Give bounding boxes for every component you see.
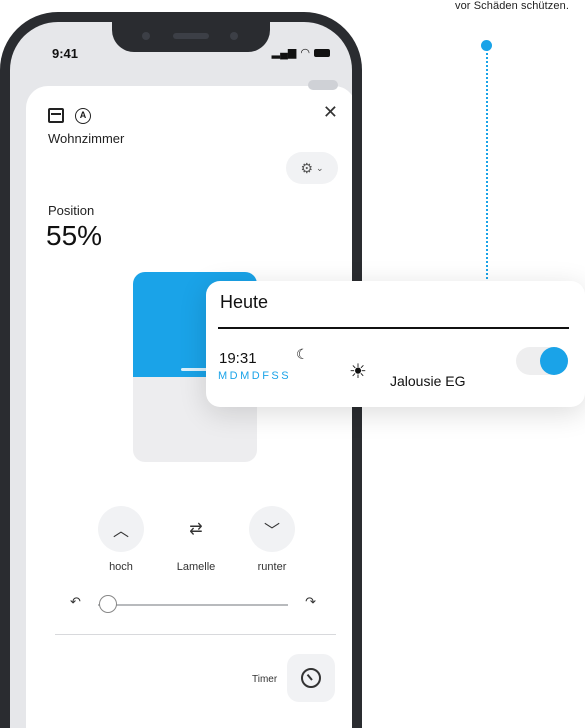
timer-icon bbox=[301, 668, 321, 688]
camera-dot bbox=[230, 32, 238, 40]
blind-drag-handle[interactable] bbox=[181, 368, 209, 371]
position-value: 55% bbox=[46, 220, 103, 251]
position-label: Position bbox=[48, 203, 95, 218]
slats-close-icon: ↷ bbox=[305, 594, 316, 609]
slider-knob[interactable] bbox=[99, 595, 117, 613]
moon-icon: ☾ bbox=[296, 346, 309, 362]
auto-mode-icon: A bbox=[75, 108, 91, 124]
device-sheet: A ✕ Wohnzimmer ⚙ ⌄ Position 55% ︿ hoch ⇄… bbox=[26, 80, 352, 728]
settings-button[interactable]: ⚙ ⌄ bbox=[286, 152, 338, 184]
down-control: ﹀ runter bbox=[245, 506, 299, 573]
schedule-time: 19:31 bbox=[219, 350, 257, 367]
caption-text: vor Schäden schützen. bbox=[454, 0, 569, 12]
slats-open-icon: ↶ bbox=[70, 594, 81, 609]
schedule-toggle[interactable] bbox=[516, 347, 568, 375]
toggle-knob bbox=[540, 347, 568, 375]
device-name: Jalousie EG bbox=[390, 373, 466, 389]
slats-slider: ↶ ↷ bbox=[68, 594, 318, 614]
slider-track[interactable] bbox=[98, 595, 288, 613]
camera-dot bbox=[142, 32, 150, 40]
schedule-days: MDMDFSS bbox=[218, 370, 292, 382]
gear-icon: ⚙ bbox=[300, 159, 313, 176]
slats-label: Lamelle bbox=[176, 561, 216, 573]
status-time: 9:41 bbox=[52, 46, 79, 61]
notch bbox=[112, 22, 270, 52]
chevron-down-icon: ⌄ bbox=[316, 162, 324, 173]
room-name: Wohnzimmer bbox=[48, 131, 125, 146]
up-label: hoch bbox=[109, 561, 133, 573]
card-divider bbox=[218, 327, 569, 329]
status-icons: ▂▄▆ ◠ bbox=[272, 46, 330, 59]
card-title: Heute bbox=[220, 292, 269, 312]
battery-icon bbox=[314, 48, 330, 57]
close-icon[interactable]: ✕ bbox=[323, 102, 338, 123]
chevron-up-icon: ︿ bbox=[112, 523, 129, 540]
speaker-grille bbox=[173, 33, 209, 39]
timer-button[interactable] bbox=[287, 654, 335, 702]
slats-rotate-icon: ⇄ bbox=[189, 521, 203, 538]
sheet-handle[interactable] bbox=[308, 80, 338, 90]
timer-label: Timer bbox=[252, 674, 278, 685]
divider bbox=[55, 634, 336, 635]
down-button[interactable]: ﹀ bbox=[249, 506, 295, 552]
sun-icon: ☀ bbox=[349, 361, 367, 383]
wifi-icon: ◠ bbox=[300, 47, 310, 59]
down-label: runter bbox=[257, 561, 287, 573]
blind-icon bbox=[48, 108, 64, 123]
up-button[interactable]: ︿ bbox=[98, 506, 144, 552]
chevron-down-icon: ﹀ bbox=[263, 523, 280, 540]
up-control: ︿ hoch bbox=[94, 506, 148, 573]
slats-button[interactable]: ⇄ bbox=[173, 506, 219, 552]
slats-control: ⇄ Lamelle bbox=[169, 506, 223, 573]
signal-icon: ▂▄▆ bbox=[271, 47, 297, 59]
connector-line bbox=[486, 46, 488, 286]
schedule-card: Heute 19:31 ☾ MDMDFSS ☀ Jalousie EG bbox=[206, 281, 585, 407]
